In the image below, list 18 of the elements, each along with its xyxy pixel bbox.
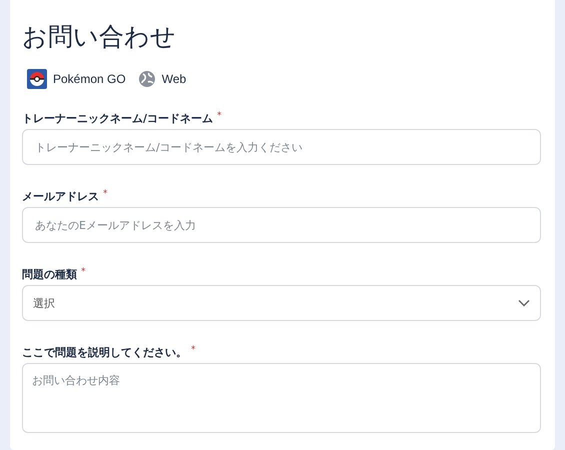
type-dropdown[interactable]: 選択 <box>22 285 541 321</box>
required-mark: * <box>191 345 196 355</box>
field-label: 問題の種類 <box>22 267 77 282</box>
chevron-down-icon <box>518 299 530 307</box>
required-mark: * <box>81 267 86 277</box>
platform-label: Web <box>162 72 186 86</box>
globe-icon <box>138 70 156 88</box>
input-field[interactable]: あなたのEメールアドレスを入力 <box>22 207 541 243</box>
dropdown-value: 選択 <box>33 296 55 310</box>
field-label: メールアドレス <box>22 189 99 204</box>
message-field[interactable]: お問い合わせ内容 <box>22 363 541 433</box>
field-label: ここで問題を説明してください。 <box>22 345 187 360</box>
required-mark: * <box>217 111 222 121</box>
input-field[interactable]: トレーナーニックネーム/コードネームを入力ください <box>22 129 541 165</box>
field-label: トレーナーニックネーム/コードネーム <box>22 111 214 126</box>
required-mark: * <box>103 189 108 199</box>
platform-label: Pokémon GO <box>53 72 126 86</box>
page-title: お問い合わせ <box>22 21 177 53</box>
